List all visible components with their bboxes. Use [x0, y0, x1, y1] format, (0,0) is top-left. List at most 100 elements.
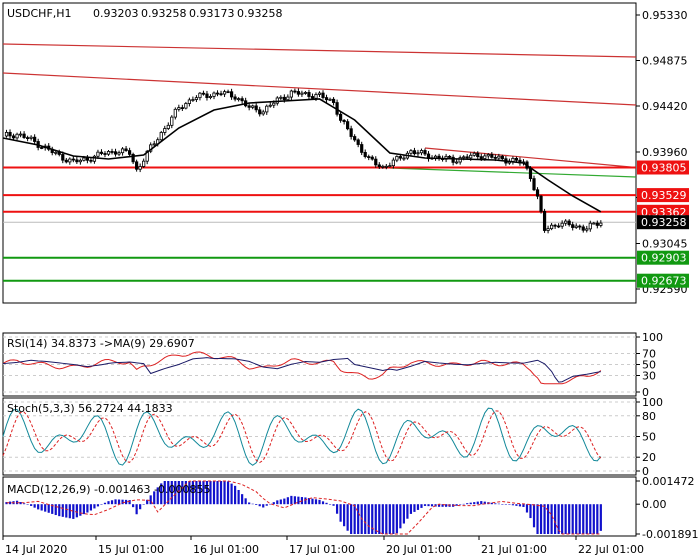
macd-histogram-bar [234, 485, 237, 505]
macd-histogram-bar [135, 504, 138, 515]
candle-body [535, 189, 540, 197]
price-tag-label: 0.92903 [641, 252, 687, 265]
candle-body [391, 159, 395, 167]
macd-histogram-bar [371, 504, 374, 534]
ohlc-high: 0.93258 [141, 7, 187, 20]
candle-body [532, 178, 536, 191]
candle-body [300, 92, 304, 95]
macd-histogram-bar [304, 497, 307, 505]
macd-histogram-bar [575, 504, 578, 534]
macd-histogram-bar [216, 481, 219, 505]
macd-histogram-bar [37, 504, 40, 510]
macd-histogram-bar [409, 504, 413, 514]
candle-body [26, 137, 30, 139]
main-price-panel[interactable]: USDCHF,H1 0.93203 0.93258 0.93173 0.9325… [2, 2, 637, 304]
macd-tick-label: 0.001472 [642, 475, 695, 488]
candle-body [198, 92, 202, 99]
candle-body [402, 157, 406, 160]
candle-body [472, 152, 476, 156]
macd-histogram-bar [466, 503, 469, 505]
macd-histogram-bar [416, 504, 420, 510]
macd-histogram-bar [476, 501, 479, 505]
candle-body [191, 99, 195, 101]
candle-body [338, 113, 343, 121]
macd-histogram-bar [255, 504, 258, 505]
candle-body [360, 144, 364, 153]
candle-body [127, 150, 132, 155]
macd-histogram-bar [459, 504, 462, 505]
macd-histogram-bar [314, 499, 318, 505]
macd-histogram-bar [121, 499, 124, 505]
macd-histogram-bar [33, 504, 36, 508]
macd-histogram-bar [26, 504, 29, 505]
price-tag-label: 0.93258 [641, 216, 687, 229]
macd-histogram-bar [455, 504, 458, 506]
macd-histogram-bar [578, 504, 581, 534]
candle-body [346, 121, 350, 130]
macd-histogram-bar [276, 500, 279, 505]
macd-histogram-bar [82, 504, 85, 515]
macd-histogram-bar [357, 504, 360, 534]
candle-body [78, 159, 82, 163]
candle-body [317, 92, 322, 95]
macd-histogram-bar [72, 504, 75, 519]
macd-histogram-bar [543, 504, 546, 534]
macd-histogram-bar [335, 504, 339, 514]
stoch-panel[interactable]: Stoch(5,3,3) 56.2724 44.1833 [2, 397, 637, 476]
time-tick-label: 14 Jul 2020 [5, 543, 67, 556]
macd-histogram-bar [283, 498, 286, 505]
price-tag-label: 0.92673 [641, 275, 687, 288]
macd-histogram-bar [286, 497, 289, 505]
candle-body [599, 222, 603, 226]
candle-body [546, 228, 550, 231]
macd-histogram-bar [557, 504, 560, 534]
candle-body [265, 105, 269, 113]
candle-body [483, 155, 487, 159]
candle-body [500, 155, 504, 160]
candle-body [398, 156, 402, 159]
macd-histogram-bar [139, 504, 142, 510]
macd-histogram-bar [114, 499, 117, 505]
candle-body [321, 92, 325, 98]
macd-histogram-bar [40, 504, 43, 511]
candle-body [33, 136, 37, 142]
macd-histogram-bar [79, 504, 82, 516]
macd-tick-label: 0.00 [642, 498, 667, 511]
candle-body [349, 128, 353, 137]
candle-body [18, 133, 23, 136]
macd-histogram-bar [332, 504, 335, 506]
macd-histogram-bar [96, 504, 100, 507]
candle-body [106, 151, 111, 155]
candle-body [331, 98, 336, 103]
candle-body [310, 96, 315, 99]
macd-histogram-bar [501, 504, 504, 505]
candle-body [328, 98, 332, 101]
price-tag-label: 0.93529 [641, 189, 687, 202]
candle-body [61, 154, 65, 161]
candle-body [194, 97, 199, 100]
price-tick-label: 0.95330 [642, 9, 688, 22]
ohlc-open: 0.93203 [93, 7, 139, 20]
candle-body [571, 224, 575, 228]
macd-histogram-bar [251, 503, 254, 505]
candle-body [229, 91, 234, 98]
macd-histogram-bar [529, 504, 532, 519]
macd-histogram-bar [525, 504, 529, 513]
macd-panel[interactable]: MACD(12,26,9) -0.001463 -0.000855 [2, 476, 637, 537]
candle-body [490, 154, 494, 158]
candle-body [542, 210, 547, 231]
macd-title: MACD(12,26,9) -0.001463 -0.000855 [7, 483, 210, 496]
candle-body [71, 158, 75, 161]
candle-body [254, 105, 258, 111]
rsi-panel[interactable]: RSI(14) 34.8373 ->MA(9) 29.6907 [2, 332, 637, 397]
macd-histogram-bar [532, 504, 536, 528]
macd-histogram-bar [339, 504, 342, 522]
macd-histogram-bar [427, 504, 430, 507]
macd-histogram-bar [103, 502, 107, 505]
price-tick-label: 0.93045 [642, 238, 688, 251]
macd-histogram-bar [343, 504, 346, 527]
candle-body [64, 159, 68, 163]
macd-histogram-bar [132, 504, 135, 508]
macd-histogram-bar [480, 501, 483, 505]
macd-histogram-bar [318, 499, 321, 505]
